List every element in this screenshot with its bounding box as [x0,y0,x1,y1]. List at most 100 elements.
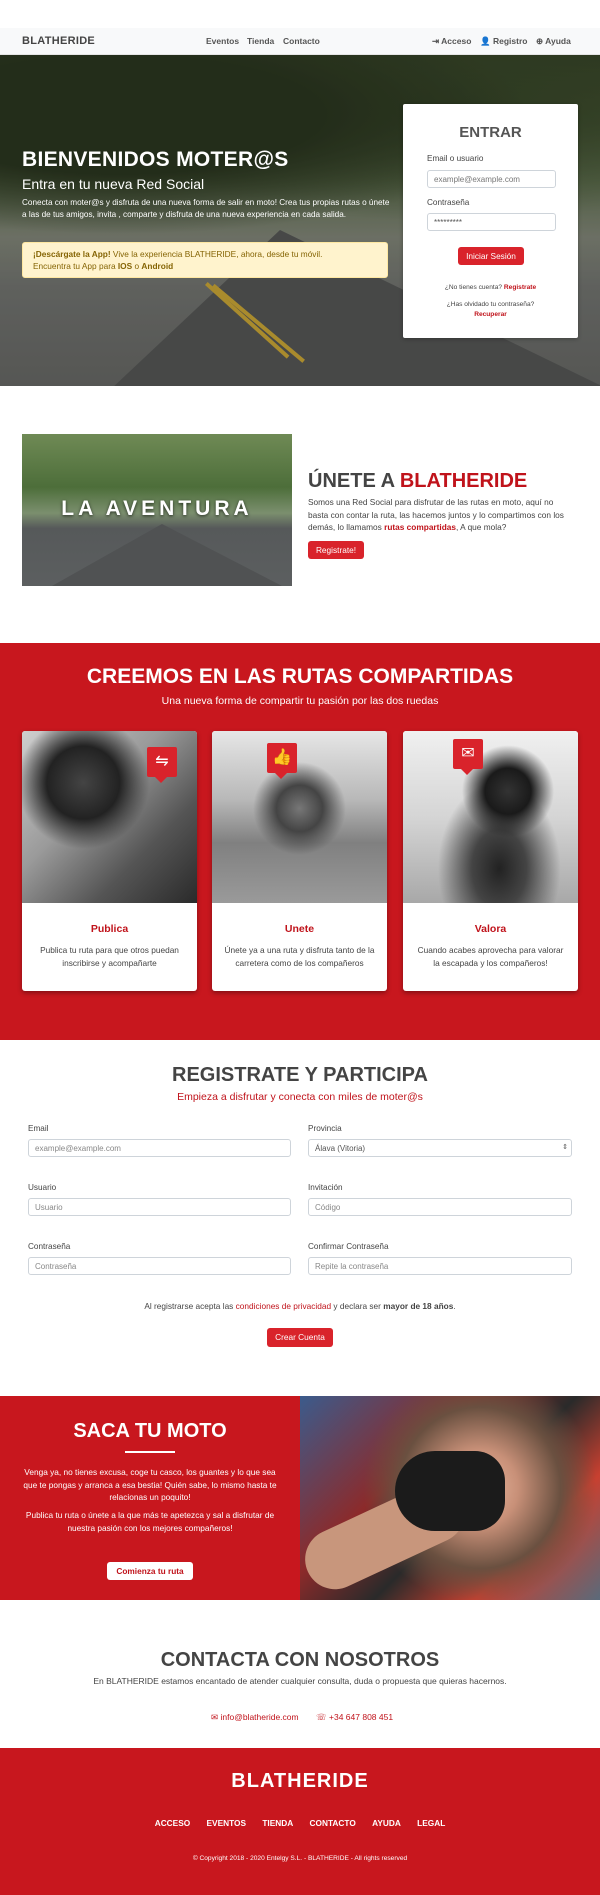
footer-link-eventos[interactable]: EVENTOS [207,1818,247,1828]
help-icon: ⊕ [536,36,544,46]
nav-acceso[interactable]: ⇥ Acceso [432,36,471,47]
glove-shape [395,1451,505,1531]
footer-brand[interactable]: BLATHERIDE [0,1770,600,1793]
login-password-label: Contraseña [427,198,470,207]
login-submit-button[interactable]: Iniciar Sesión [458,247,524,265]
nav-registro[interactable]: 👤 Registro [480,36,527,47]
contacto-subtitle: En BLATHERIDE estamos encantado de atend… [93,1676,507,1686]
join-description: Somos una Red Social para disfrutar de l… [308,496,573,534]
forgot-text: ¿Has olvidado tu contraseña? [446,301,535,308]
join-title-brand: BLATHERIDE [399,470,528,492]
nav-ayuda-label: Ayuda [545,36,571,46]
alert-line2: Encuentra tu App para [33,261,118,271]
card-valora-text: Cuando acabes aprovecha para valorar la … [417,945,564,968]
login-email-label: Email o usuario [427,154,484,163]
recover-link[interactable]: Recuperar [403,311,578,318]
card-publica-title: Publica [90,923,129,935]
card-publica: ⇋ Publica Publica tu ruta para que otros… [22,731,197,991]
footer-link-legal[interactable]: LEGAL [417,1818,445,1828]
join-title: ÚNETE A BLATHERIDE [308,470,527,493]
reg-confirm-label: Confirmar Contraseña [308,1242,389,1251]
nav-link-contacto[interactable]: Contacto [283,36,320,46]
saca-text-1: Venga ya, no tienes excusa, coge tu casc… [23,1467,277,1502]
ios-link[interactable]: IOS [118,261,132,271]
nav-ayuda[interactable]: ⊕ Ayuda [536,36,571,47]
navbar-brand[interactable]: BLATHERIDE [22,35,95,47]
reg-provincia-select[interactable]: Álava (Vitoria) ⇕ [308,1139,572,1157]
thumbs-up-icon: 👍 [267,743,297,779]
privacy-link[interactable]: condiciones de privacidad [236,1301,331,1311]
rutas-title: CREEMOS EN LAS RUTAS COMPARTIDAS [86,665,514,688]
nav-link-tienda[interactable]: Tienda [247,36,274,46]
contact-phone-link[interactable]: ☏ +34 647 808 451 [316,1712,393,1723]
sign-in-icon: ⇥ [432,36,440,46]
saca-divider [125,1451,175,1453]
footer-link-acceso[interactable]: ACCESO [155,1818,191,1828]
saca-text-2: Publica tu ruta o únete a la que más te … [25,1510,275,1533]
aventura-image-text: LA AVENTURA [61,497,253,520]
reg-confirm-input[interactable]: Repite la contraseña [308,1257,572,1275]
join-desc-2: , A que mola? [456,522,507,532]
hero-title: BIENVENIDOS MOTER@S [22,148,289,171]
registro-legal-text: Al registrarse acepta las condiciones de… [0,1301,600,1311]
reg-usuario-input[interactable]: Usuario [28,1198,291,1216]
comment-icon: ✉ [453,739,483,775]
envelope-icon: ✉ [211,1712,219,1722]
android-link[interactable]: Android [141,261,173,271]
legal-strong: mayor de 18 años [383,1301,454,1311]
hero-subtitle: Entra en tu nueva Red Social [22,176,205,192]
reg-invitacion-input[interactable]: Código [308,1198,572,1216]
contacto-title: CONTACTA CON NOSOTROS [160,1649,440,1671]
legal-prefix: Al registrarse acepta las [144,1301,236,1311]
saca-title: SACA TU MOTO [73,1420,227,1442]
card-unete-text: Únete ya a una ruta y disfruta tanto de … [224,945,375,968]
join-register-button[interactable]: Registrate! [308,541,364,559]
reg-provincia-value: Álava (Vitoria) [315,1144,366,1153]
card-unete: 👍 Unete Únete ya a una ruta y disfruta t… [212,731,387,991]
reg-email-input[interactable]: example@example.com [28,1139,291,1157]
legal-mid: y declara ser [331,1301,384,1311]
contact-phone: +34 647 808 451 [329,1712,394,1722]
create-account-button[interactable]: Crear Cuenta [267,1328,333,1347]
rutas-section: CREEMOS EN LAS RUTAS COMPARTIDAS Una nue… [0,643,600,1040]
reg-password-label: Contraseña [28,1242,71,1251]
registro-title: REGISTRATE Y PARTICIPA [172,1064,428,1086]
aventura-road [52,524,282,586]
card-publica-text: Publica tu ruta para que otros puedan in… [40,945,179,968]
saca-section: SACA TU MOTO Venga ya, no tienes excusa,… [0,1396,300,1600]
hero-description: Conecta con moter@s y disfruta de una nu… [22,198,390,219]
contact-email-link[interactable]: ✉ info@blatheride.com [211,1712,299,1723]
registro-subtitle: Empieza a disfrutar y conecta con miles … [177,1091,423,1103]
login-register-row: ¿No tienes cuenta? Registrate [403,284,578,291]
login-password-input[interactable]: ********* [427,213,556,231]
whatsapp-icon: ☏ [316,1712,327,1722]
app-download-alert: ¡Descárgate la App! Vive la experiencia … [22,242,388,278]
contact-email: info@blatheride.com [220,1712,299,1722]
card-valora-image [403,731,578,903]
join-title-prefix: ÚNETE A [308,470,400,492]
register-link[interactable]: Registrate [504,284,536,291]
card-valora-title: Valora [474,923,507,935]
footer-link-tienda[interactable]: TIENDA [262,1818,293,1828]
join-desc-strong: rutas compartidas [384,522,457,532]
footer-links: ACCESO EVENTOS TIENDA CONTACTO AYUDA LEG… [0,1818,600,1828]
footer-link-ayuda[interactable]: AYUDA [372,1818,401,1828]
legal-end: . [453,1301,456,1311]
user-plus-icon: 👤 [480,36,491,46]
reg-usuario-label: Usuario [28,1183,57,1192]
route-icon: ⇋ [147,747,177,783]
start-route-button[interactable]: Comienza tu ruta [107,1562,193,1580]
aventura-image: LA AVENTURA [22,434,292,586]
reg-invitacion-label: Invitación [308,1183,343,1192]
footer-link-contacto[interactable]: CONTACTO [310,1818,356,1828]
reg-provincia-label: Provincia [308,1124,342,1133]
alert-text: Vive la experiencia BLATHERIDE, ahora, d… [110,249,323,259]
no-account-text: ¿No tienes cuenta? [444,284,503,291]
login-email-input[interactable]: example@example.com [427,170,556,188]
nav-registro-label: Registro [492,36,528,46]
reg-password-input[interactable]: Contraseña [28,1257,291,1275]
alert-strong: ¡Descárgate la App! [33,249,111,259]
rutas-subtitle: Una nueva forma de compartir tu pasión p… [161,695,439,707]
nav-link-eventos[interactable]: Eventos [206,36,239,46]
card-unete-title: Unete [284,923,315,935]
